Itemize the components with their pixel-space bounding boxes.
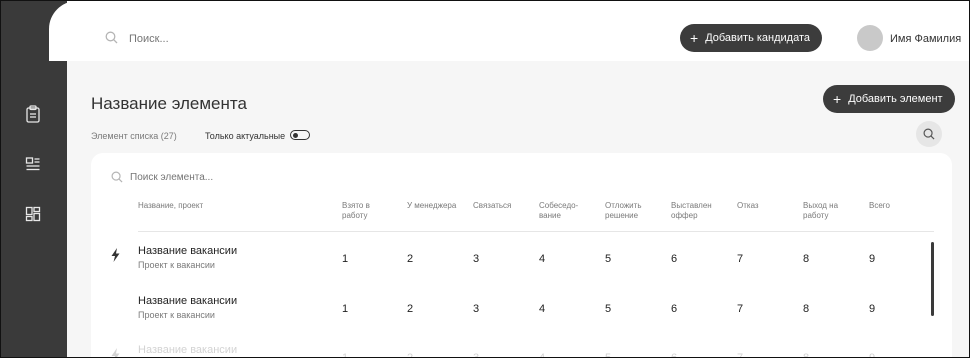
element-search-input[interactable]: [128, 171, 332, 184]
table-cell[interactable]: 1: [342, 352, 348, 357]
table-cell[interactable]: 2: [407, 303, 413, 315]
table-cell[interactable]: 1: [342, 253, 348, 265]
column-header[interactable]: Всего: [869, 201, 890, 211]
table-cell[interactable]: 7: [737, 253, 743, 265]
table-cell[interactable]: 7: [737, 352, 743, 357]
vacancy-name[interactable]: Название вакансии: [138, 295, 237, 307]
column-header[interactable]: Отложить решение: [605, 201, 641, 221]
search-icon: [105, 31, 118, 49]
column-header[interactable]: Связаться: [473, 201, 511, 211]
topbar: [49, 1, 969, 61]
lightning-icon[interactable]: [111, 248, 120, 267]
vacancy-name[interactable]: Название вакансии: [138, 344, 237, 356]
app-window: + Добавить кандидата Имя Фамилия Названи…: [0, 0, 970, 358]
table-cell[interactable]: 6: [671, 253, 677, 265]
page-title: Название элемента: [91, 94, 247, 113]
list-count: Элемент списка (27): [91, 131, 177, 141]
list-icon[interactable]: [23, 154, 43, 174]
table-cell[interactable]: 2: [407, 352, 413, 357]
table-cell[interactable]: 6: [671, 303, 677, 315]
search-icon: [923, 128, 935, 140]
table-cell[interactable]: 4: [539, 253, 545, 265]
table-cell[interactable]: 5: [605, 303, 611, 315]
only-actual-label: Только актуальные: [205, 131, 286, 141]
table-cell[interactable]: 5: [605, 253, 611, 265]
table-cell[interactable]: 3: [473, 352, 479, 357]
column-header[interactable]: Выход на работу: [803, 201, 838, 221]
column-header[interactable]: Взято в работу: [342, 201, 370, 221]
add-candidate-button[interactable]: + Добавить кандидата: [680, 24, 822, 52]
table-cell[interactable]: 6: [671, 352, 677, 357]
vacancy-project: Проект к вакансии: [138, 310, 215, 320]
table-cell[interactable]: 8: [803, 303, 809, 315]
add-element-button[interactable]: + Добавить элемент: [823, 85, 955, 113]
clipboard-icon[interactable]: [23, 104, 43, 124]
only-actual-toggle[interactable]: [290, 130, 310, 140]
plus-icon: +: [690, 30, 699, 46]
plus-icon: +: [833, 91, 842, 107]
table-cell[interactable]: 3: [473, 303, 479, 315]
table-cell[interactable]: 9: [869, 352, 875, 357]
vacancy-project: Проект к вакансии: [138, 260, 215, 270]
user-name[interactable]: Имя Фамилия: [890, 33, 961, 45]
search-button[interactable]: [916, 121, 942, 147]
dashboard-icon[interactable]: [23, 204, 43, 224]
column-header[interactable]: Собеседо-вание: [539, 201, 578, 221]
vacancy-name[interactable]: Название вакансии: [138, 245, 237, 257]
search-icon: [111, 170, 123, 188]
table-cell[interactable]: 2: [407, 253, 413, 265]
column-header[interactable]: У менеджера: [407, 201, 456, 211]
table-cell[interactable]: 8: [803, 253, 809, 265]
column-header[interactable]: Название, проект: [138, 201, 203, 211]
table-cell[interactable]: 3: [473, 253, 479, 265]
avatar[interactable]: [857, 25, 883, 51]
table-cell[interactable]: 4: [539, 303, 545, 315]
table-cell[interactable]: 1: [342, 303, 348, 315]
column-header[interactable]: Выставлен оффер: [671, 201, 712, 221]
global-search-input[interactable]: [127, 32, 331, 46]
table-cell[interactable]: 8: [803, 352, 809, 357]
scrollbar[interactable]: [931, 242, 934, 316]
table-cell[interactable]: 9: [869, 253, 875, 265]
table-cell[interactable]: 9: [869, 303, 875, 315]
divider: [138, 231, 934, 232]
lightning-icon[interactable]: [111, 348, 120, 357]
table-cell[interactable]: 5: [605, 352, 611, 357]
table-cell[interactable]: 4: [539, 352, 545, 357]
table-cell[interactable]: 7: [737, 303, 743, 315]
column-header[interactable]: Отказ: [737, 201, 759, 211]
